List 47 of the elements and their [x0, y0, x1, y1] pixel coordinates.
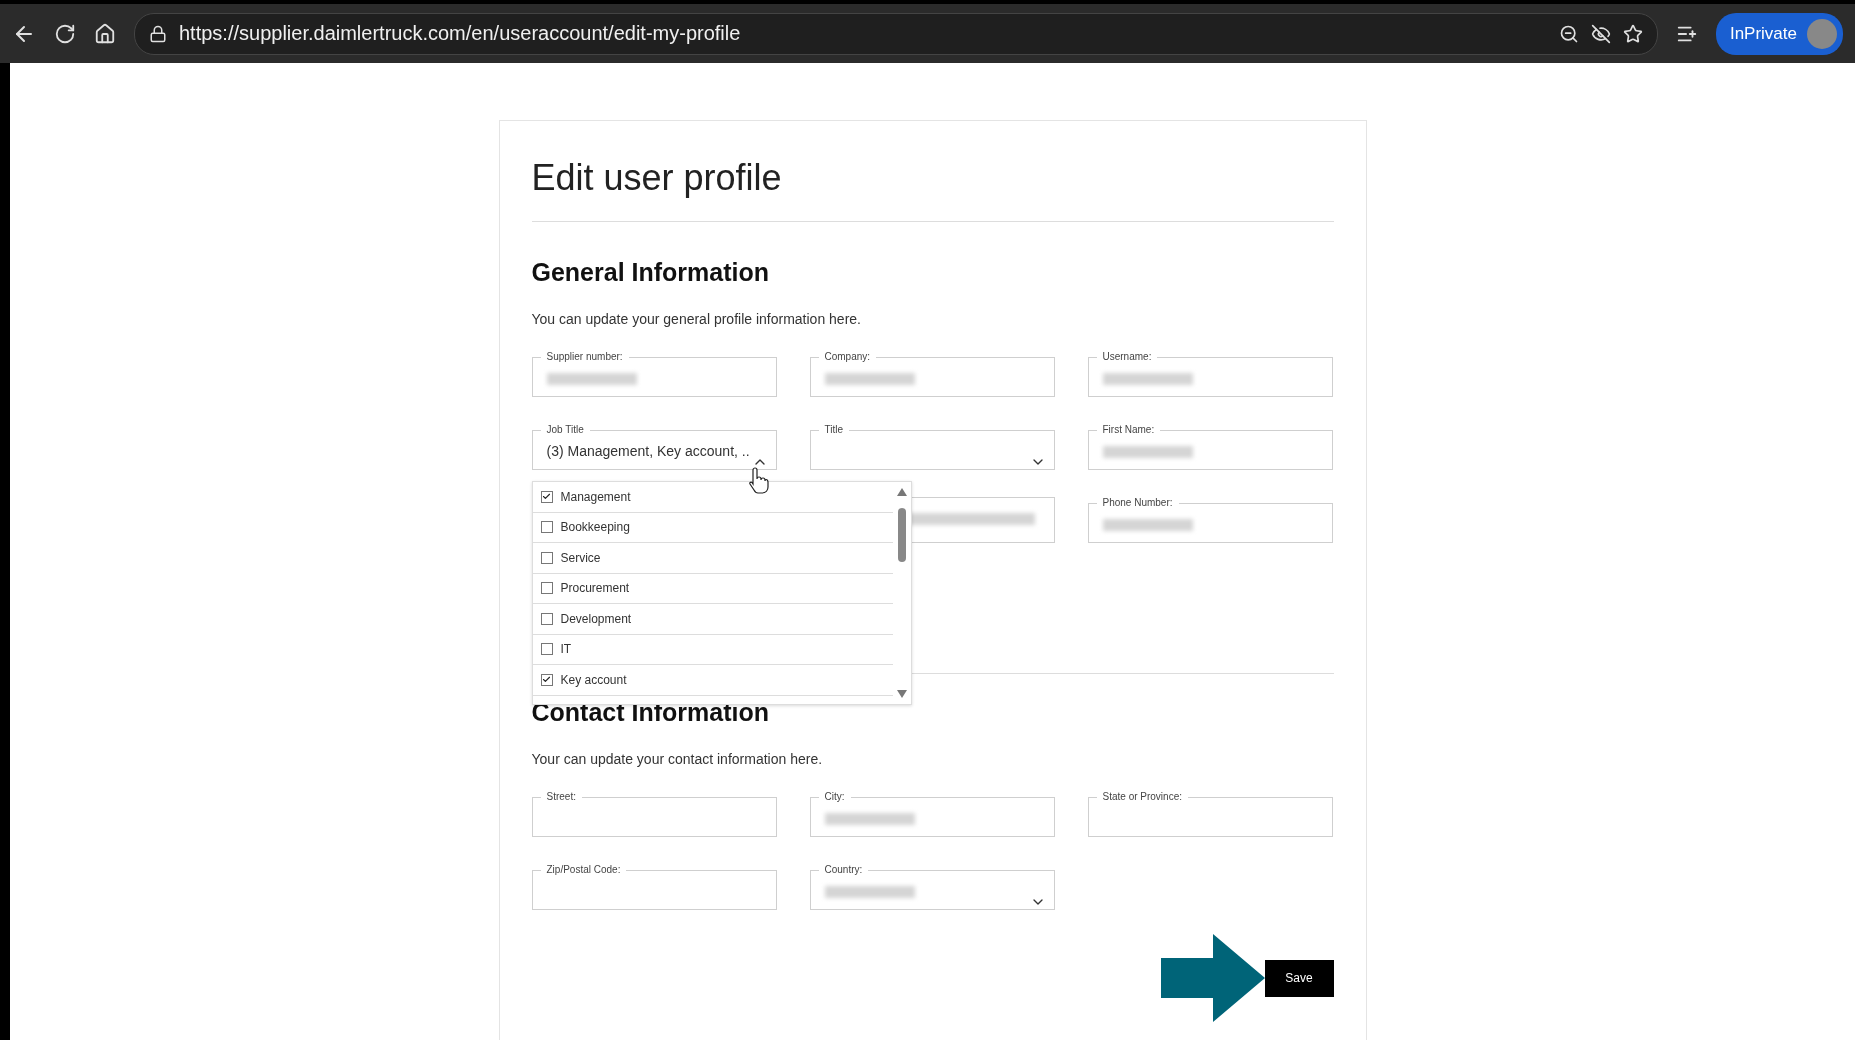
section-heading: Contact Information	[531, 698, 770, 727]
select-field[interactable]: Country:	[809, 864, 1055, 910]
dropdown-option[interactable]: Management	[532, 482, 893, 513]
option-label: Procurement	[560, 581, 630, 596]
field-label: Company:	[823, 351, 872, 363]
field-label: Street:	[545, 791, 577, 803]
dropdown-option[interactable]: Bookkeeping	[532, 512, 893, 543]
input-field[interactable]: Phone Number:	[1087, 497, 1333, 543]
field-label: Username:	[1101, 351, 1153, 363]
section-heading: General Information	[531, 258, 771, 287]
dropdown-option[interactable]: Development	[532, 604, 893, 635]
section-description: You can update your general profile information here.	[531, 311, 862, 327]
input-field[interactable]: Company:	[809, 351, 1055, 397]
option-label: Management	[560, 489, 631, 504]
input-field[interactable]: State or Province:	[1087, 791, 1333, 837]
field-label: Supplier number:	[545, 351, 624, 363]
input-field[interactable]: First Name:	[1087, 424, 1333, 470]
input-field[interactable]: City:	[809, 791, 1055, 837]
option-label: Development	[560, 611, 632, 626]
profile-button[interactable]: InPrivate	[1715, 12, 1843, 55]
save-button[interactable]: Save	[1264, 959, 1334, 997]
field-label: Title	[823, 424, 845, 436]
input-field[interactable]: Street:	[531, 791, 777, 837]
field-label: City:	[823, 791, 846, 803]
option-label: IT	[560, 642, 572, 657]
field-label: Zip/Postal Code:	[545, 864, 622, 876]
dropdown-option[interactable]: Key account	[532, 665, 893, 696]
input-field[interactable]: Supplier number:	[531, 351, 777, 397]
field-value: (3) Management, Key account, ..	[546, 442, 750, 459]
url-text: https://supplier.daimlertruck.com/en/useraccount/edit-my-profile	[179, 22, 741, 45]
field-label: Phone Number:	[1101, 497, 1174, 509]
field-label: Country:	[823, 864, 864, 876]
field-label: Job Title	[545, 424, 585, 436]
select-field[interactable]: Title	[809, 424, 1055, 470]
dropdown-option[interactable]: IT	[532, 634, 893, 665]
option-label: Bookkeeping	[560, 520, 630, 535]
section-description: Your can update your contact information here.	[531, 751, 824, 767]
dropdown-option[interactable]: Procurement	[532, 573, 893, 604]
option-label: Service	[560, 550, 601, 565]
input-field[interactable]: Username:	[1087, 351, 1333, 397]
option-label: Key account	[560, 672, 627, 687]
field-label: State or Province:	[1101, 791, 1183, 803]
field-label: First Name:	[1101, 424, 1156, 436]
dropdown-option[interactable]: Service	[532, 543, 893, 574]
input-field[interactable]: Zip/Postal Code:	[531, 864, 777, 910]
page-title: Edit user profile	[531, 157, 1334, 222]
address-bar[interactable]: https://supplier.daimlertruck.com/en/useraccount/edit-my-profile	[134, 12, 1658, 55]
